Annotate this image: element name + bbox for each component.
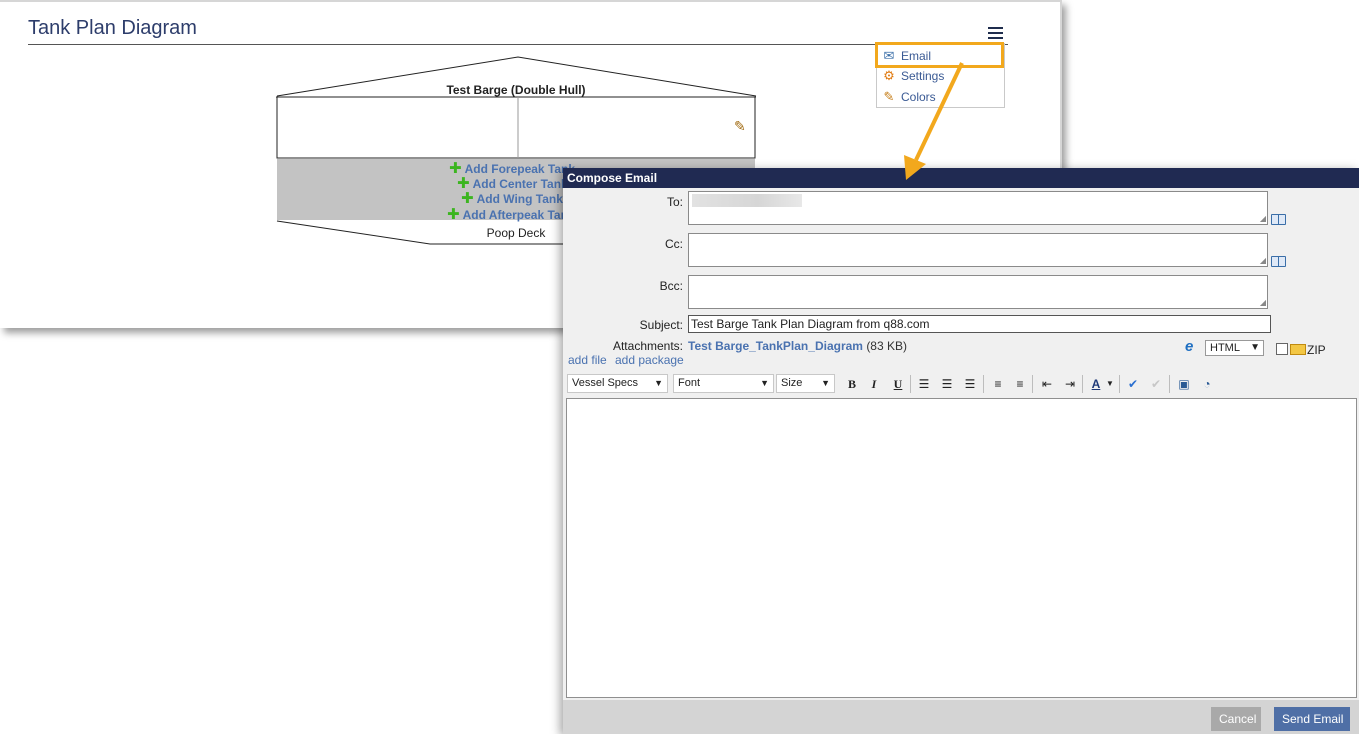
font-color-icon[interactable]: A: [1087, 375, 1105, 393]
align-center-icon[interactable]: ☰: [938, 375, 956, 393]
bcc-field[interactable]: ◢: [688, 275, 1268, 309]
zip-label: ZIP: [1307, 343, 1326, 357]
outdent-icon[interactable]: ⇤: [1038, 375, 1056, 393]
resize-grip-icon[interactable]: ◢: [1260, 299, 1266, 307]
address-book-icon[interactable]: [1271, 214, 1286, 225]
ordered-list-icon[interactable]: ≡: [989, 375, 1007, 393]
attachments-label: Attachments:: [612, 339, 683, 353]
chevron-down-icon: ▼: [821, 378, 830, 388]
editor-toolbar: Vessel Specs ▼ Font ▼ Size ▼ B I U ☰ ☰ ☰ ≡ …: [567, 373, 1227, 395]
plus-icon: ✚: [447, 206, 460, 223]
dialog-title: Compose Email: [563, 168, 1359, 188]
to-field[interactable]: ◢: [688, 191, 1268, 225]
italic-button[interactable]: I: [865, 375, 883, 393]
unordered-list-icon[interactable]: ≡: [1011, 375, 1029, 393]
zip-checkbox[interactable]: [1276, 343, 1288, 355]
chevron-down-icon: ▼: [760, 378, 769, 388]
cc-field[interactable]: ◢: [688, 233, 1268, 267]
chevron-down-icon: ▼: [1250, 342, 1260, 353]
to-label: To:: [666, 195, 683, 209]
add-file-link[interactable]: add file: [568, 353, 607, 367]
cancel-button[interactable]: Cancel: [1211, 707, 1261, 731]
cc-label: Cc:: [665, 237, 683, 251]
add-package-link[interactable]: add package: [615, 353, 684, 367]
compose-email-dialog: Compose Email To: ◢ Cc: ◢ Bcc: ◢ Subject…: [563, 168, 1359, 734]
align-right-icon[interactable]: ☰: [961, 375, 979, 393]
to-recipient-redacted: [692, 194, 802, 207]
bcc-label: Bcc:: [659, 279, 683, 293]
attachment-link[interactable]: Test Barge_TankPlan_Diagram (83 KB): [688, 339, 907, 353]
toolbar-divider: [1119, 375, 1120, 393]
send-email-button[interactable]: Send Email: [1274, 707, 1350, 731]
calendar-icon[interactable]: ▣: [1175, 375, 1193, 393]
toolbar-divider: [983, 375, 984, 393]
format-select[interactable]: HTML ▼: [1205, 340, 1264, 356]
toolbar-divider: [910, 375, 911, 393]
address-book-icon[interactable]: [1271, 256, 1286, 267]
underline-button[interactable]: U: [889, 375, 907, 393]
edit-icon[interactable]: ✎: [734, 118, 750, 134]
chevron-down-icon[interactable]: ▼: [1105, 375, 1115, 393]
indent-icon[interactable]: ⇥: [1061, 375, 1079, 393]
barge-name: Test Barge (Double Hull): [446, 83, 586, 97]
bold-button[interactable]: B: [843, 375, 861, 393]
font-select[interactable]: Font ▼: [673, 374, 774, 393]
toolbar-divider: [1082, 375, 1083, 393]
clock-icon[interactable]: ◔: [1198, 375, 1216, 393]
add-afterpeak-tank-link[interactable]: ✚ Add Afterpeak Tank: [447, 205, 575, 223]
resize-grip-icon[interactable]: ◢: [1260, 215, 1266, 223]
resize-grip-icon[interactable]: ◢: [1260, 257, 1266, 265]
zip-folder-icon: [1290, 344, 1306, 355]
browser-icon: e: [1185, 338, 1194, 355]
attachment-size: (83 KB): [866, 339, 907, 353]
attachments-row: Attachments: Test Barge_TankPlan_Diagram…: [563, 339, 1359, 368]
toolbar-divider: [1032, 375, 1033, 393]
align-left-icon[interactable]: ☰: [915, 375, 933, 393]
email-body-editor[interactable]: [566, 398, 1357, 698]
spellcheck-icon[interactable]: ✔: [1124, 375, 1142, 393]
spellcheck-disabled-icon: ✔: [1150, 377, 1162, 391]
size-select[interactable]: Size ▼: [776, 374, 835, 393]
subject-input[interactable]: Test Barge Tank Plan Diagram from q88.co…: [688, 315, 1271, 333]
toolbar-divider: [1169, 375, 1170, 393]
chevron-down-icon: ▼: [654, 378, 663, 388]
template-select[interactable]: Vessel Specs ▼: [567, 374, 668, 393]
subject-label: Subject:: [639, 318, 683, 332]
